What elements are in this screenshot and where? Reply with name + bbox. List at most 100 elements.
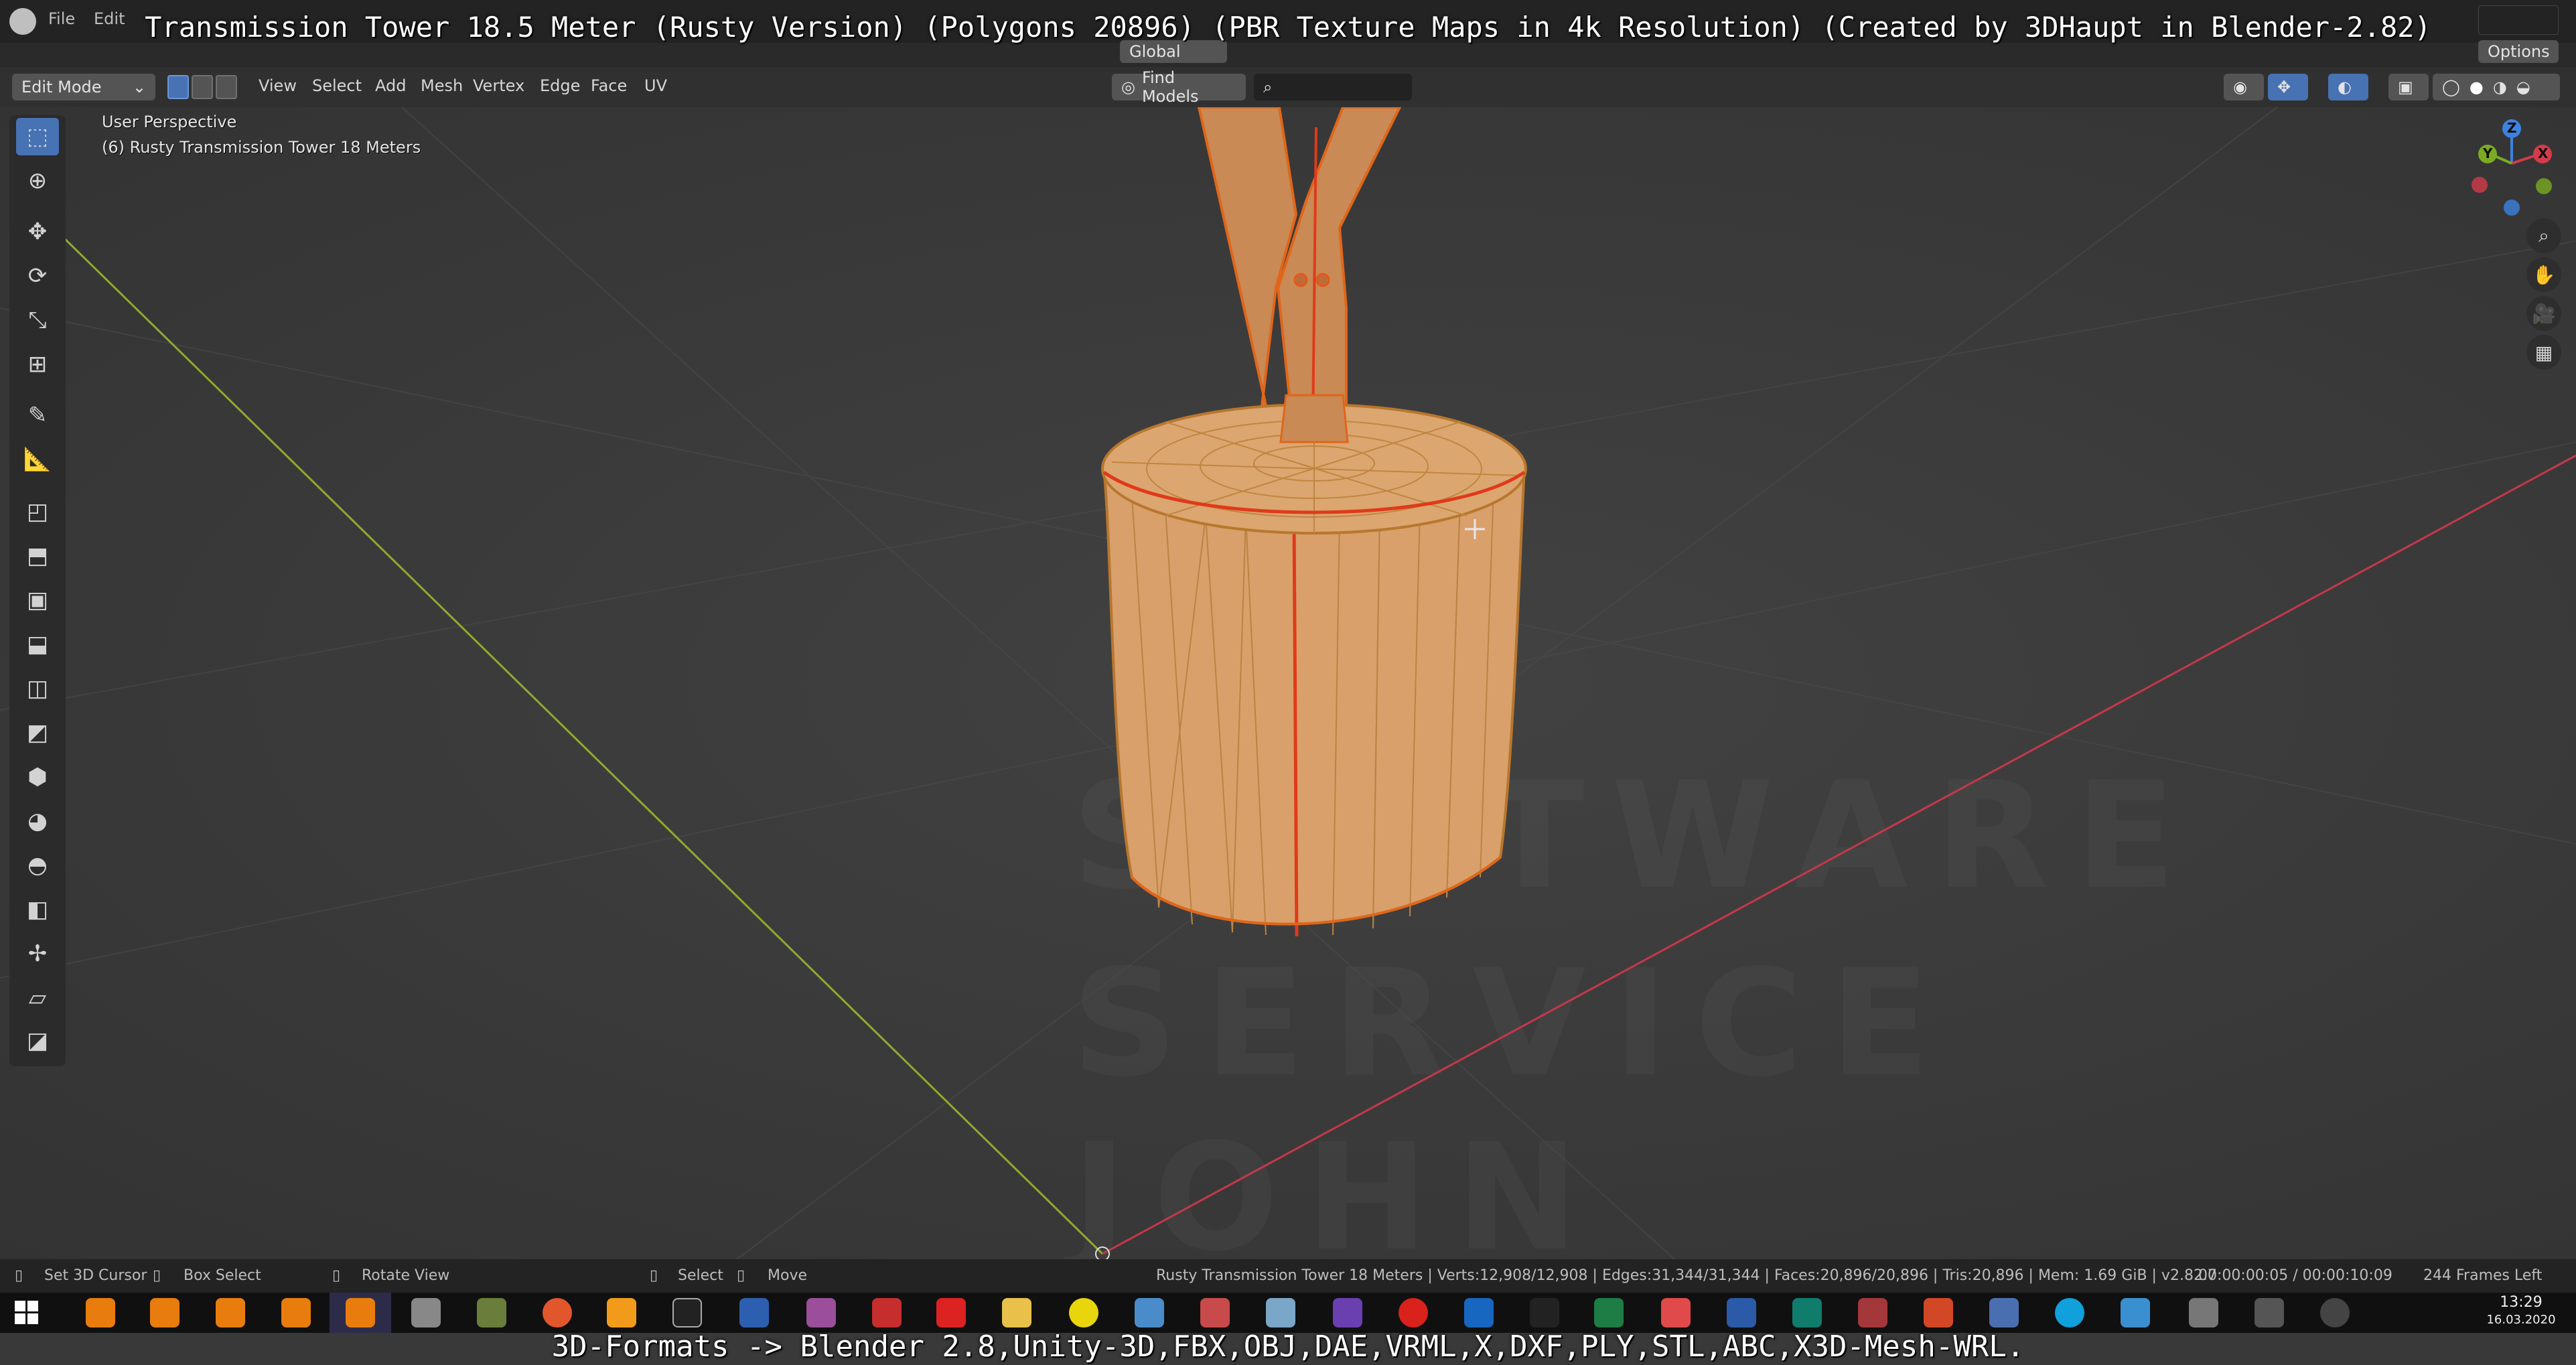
folder-task-icon[interactable] bbox=[1002, 1298, 1031, 1327]
status-bar: ▯ Set 3D Cursor ▯ Box Select ▯ Rotate Vi… bbox=[0, 1259, 2576, 1293]
blender-task-icon-3[interactable] bbox=[216, 1298, 245, 1327]
unity-task-icon[interactable] bbox=[411, 1298, 441, 1327]
publisher-task-icon[interactable] bbox=[1792, 1298, 1822, 1327]
smooth-tool[interactable]: ◓ bbox=[16, 847, 59, 884]
menu-select[interactable]: Select bbox=[312, 76, 362, 95]
bevel-tool[interactable]: ⬓ bbox=[16, 626, 59, 663]
windows-start-icon[interactable] bbox=[15, 1301, 39, 1325]
knife-tool[interactable]: ◩ bbox=[16, 714, 59, 751]
zoom-button[interactable]: ⌕ bbox=[2526, 218, 2561, 253]
powerpoint-task-icon[interactable] bbox=[1924, 1298, 1953, 1327]
add-cube-icon: ◰ bbox=[26, 498, 49, 525]
opera-task-icon[interactable] bbox=[1399, 1298, 1428, 1327]
pdf-task-icon[interactable] bbox=[936, 1298, 966, 1327]
skype-task-icon[interactable] bbox=[2055, 1298, 2084, 1327]
excel-task-icon[interactable] bbox=[1594, 1298, 1624, 1327]
app-task-icon-2[interactable] bbox=[806, 1298, 836, 1327]
navigation-gizmo[interactable]: Z X Y bbox=[2458, 117, 2565, 217]
blender-task-icon-2[interactable] bbox=[150, 1298, 180, 1327]
object-name: (6) Rusty Transmission Tower 18 Meters bbox=[102, 138, 421, 157]
firefox-task-icon[interactable] bbox=[543, 1298, 572, 1327]
app-task-icon-6[interactable] bbox=[1200, 1298, 1230, 1327]
select-box-tool[interactable]: ⬚ bbox=[16, 118, 59, 155]
camera-view-button[interactable]: 🎥 bbox=[2526, 296, 2561, 331]
blender-task-icon-4[interactable] bbox=[281, 1298, 311, 1327]
app-task-icon-5[interactable] bbox=[1135, 1298, 1164, 1327]
rip-region-tool[interactable]: ◪ bbox=[16, 1022, 59, 1060]
app-task-icon-10[interactable] bbox=[1989, 1298, 2019, 1327]
menu-view[interactable]: View bbox=[259, 76, 297, 95]
ortho-toggle-button[interactable]: ▦ bbox=[2526, 335, 2561, 370]
unity-hub-task-icon[interactable] bbox=[2255, 1298, 2284, 1327]
move-tool[interactable]: ✥ bbox=[16, 213, 59, 250]
shading-buttons[interactable]: ◯ ● ◑ ◒ bbox=[2433, 74, 2560, 100]
rotate-tool[interactable]: ⟳ bbox=[16, 257, 59, 295]
poly-build-icon: ⬢ bbox=[27, 764, 48, 790]
xray-icon: ▣ bbox=[2398, 78, 2413, 96]
gimp-task-icon[interactable] bbox=[477, 1298, 506, 1327]
visibility-button[interactable]: ◉ bbox=[2224, 74, 2264, 100]
blender-task-icon-1[interactable] bbox=[86, 1298, 115, 1327]
poly-build-tool[interactable]: ⬢ bbox=[16, 758, 59, 796]
gizmo-y-label: Y bbox=[2483, 145, 2493, 161]
vertex-select-button[interactable] bbox=[167, 75, 189, 99]
3d-viewport[interactable]: SOFTWARE SERVICE JOHN bbox=[0, 107, 2576, 1259]
rip-region-icon: ◪ bbox=[26, 1027, 49, 1054]
spin-tool[interactable]: ◕ bbox=[16, 802, 59, 840]
terminal-task-icon[interactable] bbox=[672, 1298, 702, 1327]
smooth-icon: ◓ bbox=[27, 852, 48, 879]
annotate-tool[interactable]: ✎ bbox=[16, 397, 59, 434]
app-task-icon-13[interactable] bbox=[2320, 1298, 2350, 1327]
save-task-icon[interactable] bbox=[739, 1298, 769, 1327]
app-task-icon-11[interactable] bbox=[2121, 1298, 2150, 1327]
gizmo-toggle-button[interactable]: ✥ bbox=[2268, 74, 2308, 100]
app-task-icon-1[interactable] bbox=[607, 1298, 636, 1327]
extrude-tool[interactable]: ⬒ bbox=[16, 537, 59, 575]
concrete-base-cylinder bbox=[1101, 394, 1527, 937]
overlay-toggle-button[interactable]: ◐ bbox=[2328, 74, 2368, 100]
edge-slide-icon: ◧ bbox=[26, 896, 49, 923]
shrink-fatten-icon: ✢ bbox=[27, 940, 48, 967]
app-task-icon-7[interactable] bbox=[1266, 1298, 1295, 1327]
menu-add[interactable]: Add bbox=[375, 76, 406, 95]
shear-tool[interactable]: ▱ bbox=[16, 979, 59, 1017]
taskbar-time[interactable]: 13:29 bbox=[2481, 1294, 2561, 1311]
scale-tool[interactable]: ⤡ bbox=[16, 301, 59, 339]
menu-mesh[interactable]: Mesh bbox=[421, 76, 463, 95]
word-task-icon[interactable] bbox=[1727, 1298, 1756, 1327]
shrink-fatten-tool[interactable]: ✢ bbox=[16, 935, 59, 973]
playback-timer: 00:00:00:05 / 00:00:10:09 bbox=[2198, 1267, 2392, 1284]
xray-button[interactable]: ▣ bbox=[2388, 74, 2429, 100]
chevron-down-icon: ⌄ bbox=[132, 78, 146, 96]
app-task-icon-3[interactable] bbox=[872, 1298, 902, 1327]
menu-edge[interactable]: Edge bbox=[540, 76, 580, 95]
menu-vertex[interactable]: Vertex bbox=[473, 76, 524, 95]
measure-tool[interactable]: 📐 bbox=[16, 441, 59, 478]
blender-task-icon-active[interactable] bbox=[346, 1298, 375, 1327]
taskbar-date[interactable]: 16.03.2020 bbox=[2481, 1313, 2561, 1327]
pan-button[interactable]: ✋ bbox=[2526, 257, 2561, 292]
add-cube-tool[interactable]: ◰ bbox=[16, 493, 59, 530]
edge-slide-tool[interactable]: ◧ bbox=[16, 891, 59, 928]
bevel-icon: ⬓ bbox=[26, 631, 49, 658]
menu-uv[interactable]: UV bbox=[644, 76, 667, 95]
app-task-icon-9[interactable] bbox=[1661, 1298, 1691, 1327]
cursor-tool[interactable]: ⊕ bbox=[16, 162, 59, 200]
find-models-dropdown[interactable]: ◎ Find Models bbox=[1112, 68, 1246, 106]
solid-shading-icon: ● bbox=[2469, 78, 2484, 96]
edge-select-button[interactable] bbox=[192, 75, 213, 99]
inset-tool[interactable]: ▣ bbox=[16, 581, 59, 619]
select-box-icon: ⬚ bbox=[26, 123, 49, 150]
app-task-icon-4[interactable] bbox=[1069, 1298, 1098, 1327]
app-task-icon-12[interactable] bbox=[2189, 1298, 2218, 1327]
app-task-icon-8[interactable] bbox=[1333, 1298, 1362, 1327]
loop-cut-tool[interactable]: ◫ bbox=[16, 670, 59, 707]
menu-face[interactable]: Face bbox=[591, 76, 627, 95]
edge-task-icon[interactable] bbox=[1530, 1298, 1559, 1327]
outlook-task-icon[interactable] bbox=[1464, 1298, 1494, 1327]
face-select-button[interactable] bbox=[216, 75, 237, 99]
access-task-icon[interactable] bbox=[1858, 1298, 1887, 1327]
transform-tool[interactable]: ⊞ bbox=[16, 346, 59, 383]
search-input[interactable]: ⌕ bbox=[1254, 74, 1412, 100]
mode-dropdown[interactable]: Edit Mode ⌄ bbox=[12, 74, 155, 100]
